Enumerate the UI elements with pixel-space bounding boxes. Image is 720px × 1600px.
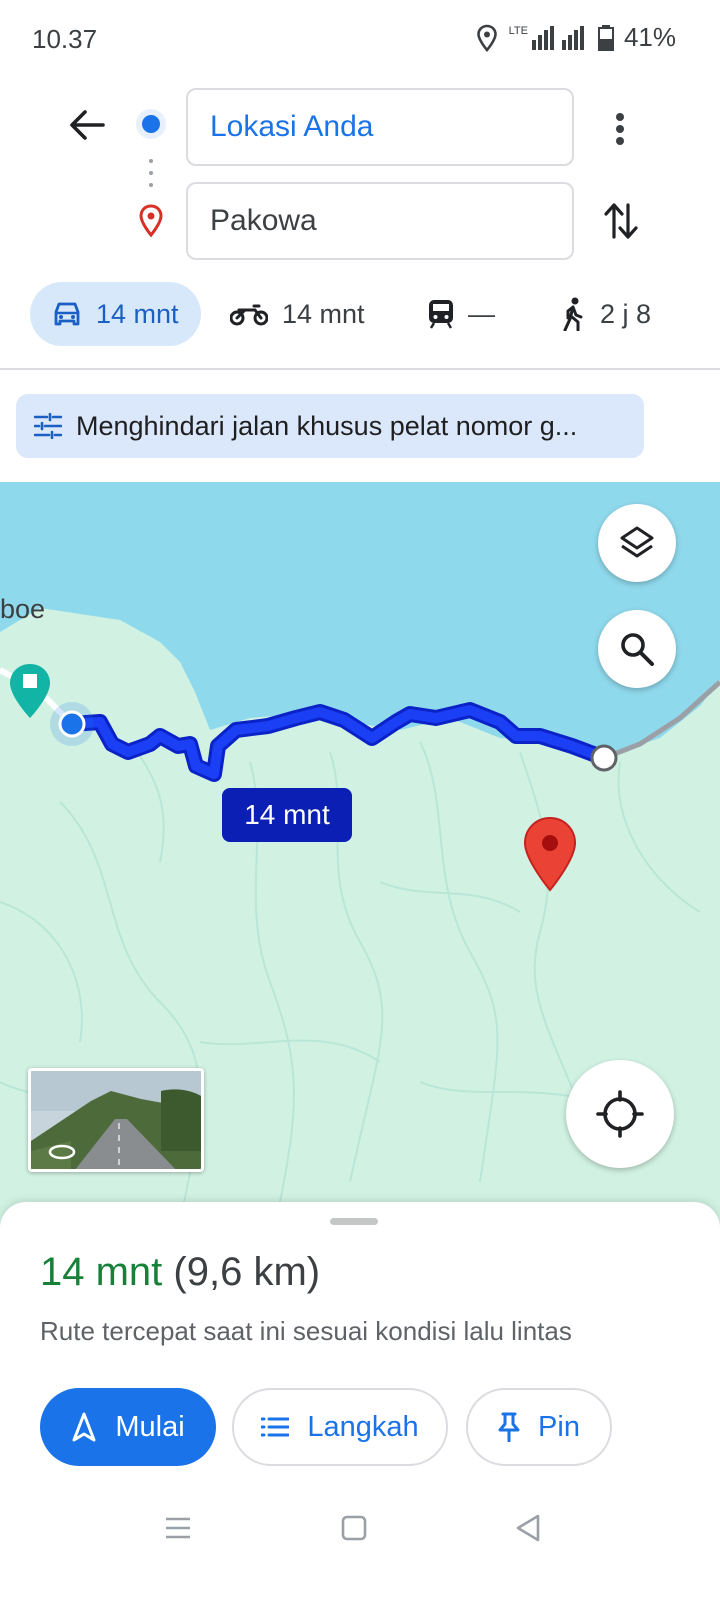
sheet-actions: Mulai Langkah Pin [0, 1388, 720, 1468]
layers-button[interactable] [598, 504, 676, 582]
swap-vert-icon [604, 203, 638, 239]
landmark-icon [10, 664, 50, 718]
route-distance: (9,6 km) [173, 1250, 321, 1294]
directions-header: Lokasi Anda Pakowa 14 mnt 14 mnt — 2 j 8 [0, 80, 720, 370]
steps-button[interactable]: Langkah [232, 1388, 448, 1466]
steps-label: Langkah [307, 1410, 419, 1443]
walk-icon [563, 297, 583, 331]
mode-motorcycle-label: 14 mnt [282, 298, 365, 329]
route-end-dot [590, 744, 618, 772]
car-icon [54, 302, 80, 326]
battery-level: 41% [623, 22, 676, 52]
more-options-button[interactable] [604, 104, 636, 154]
origin-dot-icon [136, 109, 166, 238]
network-type: LTE [508, 24, 528, 37]
navigation-icon [72, 1412, 96, 1442]
signal-icon [531, 25, 584, 50]
pin-label: Pin [538, 1410, 580, 1443]
mode-transit-label: — [468, 298, 495, 329]
map-search-button[interactable] [598, 610, 676, 688]
route-summary: 14 mnt (9,6 km) [40, 1250, 320, 1295]
my-location-icon [596, 1090, 644, 1138]
map-view[interactable]: boe 14 mnt [0, 482, 720, 1242]
battery-icon [597, 24, 614, 51]
route-duration: 14 mnt [40, 1250, 163, 1294]
transit-icon [429, 300, 453, 329]
list-icon [261, 1417, 290, 1437]
route-description: Rute tercepat saat ini sesuai kondisi la… [40, 1316, 572, 1346]
pin-button[interactable]: Pin [466, 1388, 612, 1466]
header-divider [0, 368, 720, 370]
start-label: Mulai [115, 1410, 185, 1443]
search-icon [621, 633, 654, 666]
origin-field[interactable]: Lokasi Anda [186, 88, 574, 166]
arrow-back-icon [70, 110, 105, 140]
street-view-thumbnail[interactable] [28, 1068, 204, 1172]
pin-icon [498, 1412, 520, 1442]
my-location-button[interactable] [566, 1060, 674, 1168]
rotate-360-icon [48, 1144, 76, 1160]
destination-pin-icon [523, 816, 577, 892]
location-icon [476, 24, 497, 52]
mode-drive-label: 14 mnt [96, 298, 179, 329]
home-icon [341, 1515, 367, 1541]
route-options-label: Menghindari jalan khusus pelat nomor g..… [76, 410, 578, 441]
swap-button[interactable] [596, 196, 646, 246]
route-duration-badge[interactable]: 14 mnt [222, 788, 352, 842]
destination-field[interactable]: Pakowa [186, 182, 574, 260]
current-location-dot [58, 710, 86, 738]
travel-modes: 14 mnt 14 mnt — 2 j 8 [0, 282, 720, 346]
map-place-label: boe [0, 594, 46, 624]
status-bar: 10.37 LTE 41% [0, 0, 720, 80]
back-button[interactable] [62, 100, 112, 150]
nav-back-button[interactable] [510, 1510, 546, 1546]
back-icon [516, 1514, 540, 1542]
sheet-handle[interactable] [330, 1218, 378, 1225]
nav-menu-button[interactable] [160, 1510, 196, 1546]
mode-drive[interactable]: 14 mnt [30, 282, 201, 346]
mode-walk[interactable]: 2 j 8 [560, 282, 651, 346]
mode-motorcycle[interactable]: 14 mnt [230, 282, 365, 346]
more-vert-icon [616, 113, 624, 145]
motorcycle-icon [230, 304, 268, 326]
system-navigation-bar [0, 1492, 720, 1562]
route-options-chip[interactable]: Menghindari jalan khusus pelat nomor g..… [16, 394, 644, 458]
status-time: 10.37 [32, 24, 98, 54]
start-button[interactable]: Mulai [40, 1388, 216, 1466]
nav-home-button[interactable] [336, 1510, 372, 1546]
layers-icon [620, 526, 654, 558]
mode-transit[interactable]: — [428, 282, 495, 346]
tune-icon [34, 413, 62, 439]
menu-icon [166, 1517, 190, 1539]
mode-walk-label: 2 j 8 [600, 298, 652, 329]
